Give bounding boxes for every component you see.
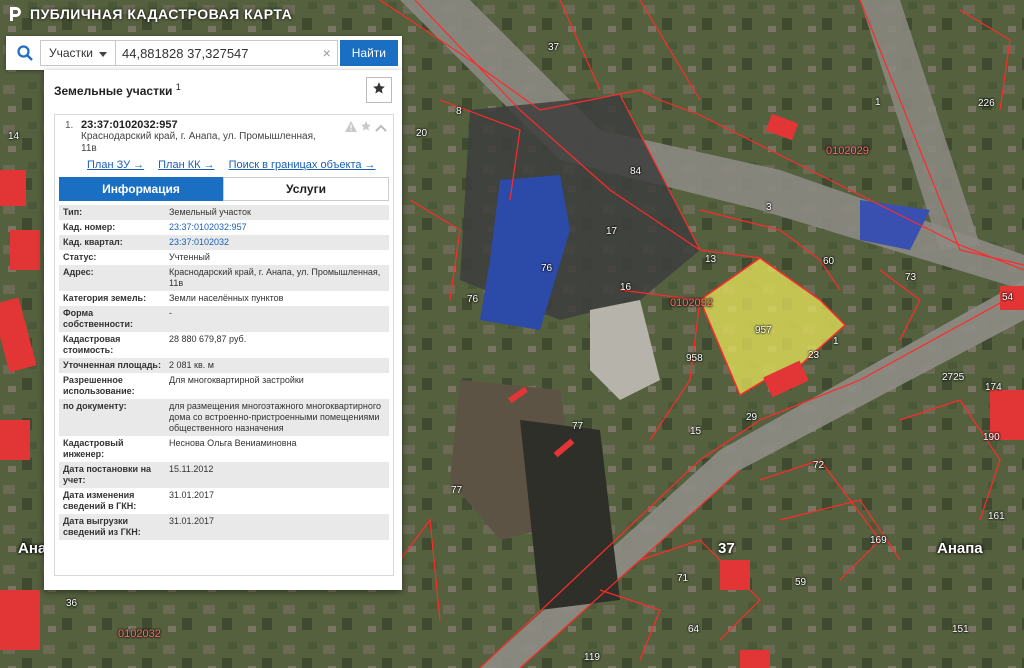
find-button[interactable]: Найти (339, 40, 398, 66)
property-row: Категория земель: Земли населённых пункто… (59, 291, 389, 306)
property-value: 31.01.2017 (165, 514, 389, 540)
panel-header: Земельные участки 1 (44, 70, 402, 110)
logo-icon[interactable] (6, 5, 24, 23)
search-in-bounds-link[interactable]: Поиск в границах объекта → (229, 159, 376, 171)
app-header: ПУБЛИЧНАЯ КАДАСТРОВАЯ КАРТА (0, 0, 292, 28)
property-row: по документу: для размещения многоэтажног… (59, 399, 389, 436)
results-panel: Земельные участки 1 1. 23:37:0102032:957 (44, 70, 402, 590)
search-type-select[interactable]: Участки (40, 40, 115, 66)
star-icon (372, 81, 386, 100)
cadastral-number[interactable]: 23:37:0102032:957 (81, 119, 178, 131)
property-value: Земельный участок (165, 205, 389, 220)
tab-services[interactable]: Услуги (223, 177, 389, 201)
result-links: План ЗУ → План КК → Поиск в границах объ… (87, 159, 389, 171)
property-key: Уточненная площадь: (59, 358, 165, 373)
property-value: Неснова Ольга Вениаминовна (169, 438, 297, 448)
result-number: 1. (65, 120, 74, 131)
property-key: Форма собственности: (59, 306, 165, 332)
property-row: Адрес: Краснодарский край, г. Анапа, ул. … (59, 265, 389, 291)
close-icon[interactable]: × (319, 45, 331, 61)
result-card: 1. 23:37:0102032:957 Краснодарский край,… (54, 114, 394, 576)
property-row: Форма собственности: - (59, 306, 389, 332)
property-key: Кад. квартал: (59, 235, 165, 250)
star-icon[interactable] (360, 119, 372, 137)
property-key: Кад. номер: (63, 222, 116, 232)
property-key: Статус: (63, 252, 97, 262)
plan-zu-link[interactable]: План ЗУ → (87, 159, 144, 171)
property-value: - (165, 306, 389, 332)
result-address: Краснодарский край, г. Анапа, ул. Промыш… (81, 131, 316, 154)
property-key: Дата изменения сведений в ГКН: (63, 490, 137, 511)
search-type-label: Участки (49, 46, 93, 60)
property-row: Дата изменения сведений в ГКН: 31.01.2017 (59, 488, 389, 514)
property-value: Краснодарский край, г. Анапа, ул. Промыш… (165, 265, 389, 291)
panel-title-text: Земельные участки (54, 84, 173, 98)
property-row: Кад. квартал: 23:37:0102032 (59, 235, 389, 250)
plan-kk-link[interactable]: План КК → (158, 159, 214, 171)
property-key: Разрешенное использование: (63, 375, 135, 396)
chevron-down-icon (99, 46, 107, 60)
property-key: Кадастровый инженер: (63, 438, 124, 459)
property-value: 28 880 679,87 руб. (169, 334, 247, 344)
property-value: Учтенный (169, 252, 210, 262)
result-tabs: Информация Услуги (59, 177, 389, 201)
property-row: Кад. номер: 23:37:0102032:957 (59, 220, 389, 235)
property-key: Адрес: (59, 265, 165, 291)
property-key: Дата постановки на учет: (59, 462, 165, 488)
property-value: для размещения многоэтажного многокварти… (165, 399, 389, 436)
result-header: 1. 23:37:0102032:957 (59, 119, 389, 132)
collapse-icon[interactable] (375, 119, 387, 137)
search-bar: Участки 44,881828 37,327547 × Найти (6, 36, 402, 70)
results-count: 1 (175, 82, 181, 92)
property-row: Кадастровый инженер: Неснова Ольга Вениам… (59, 436, 389, 462)
property-row: Тип: Земельный участок (59, 205, 389, 220)
property-row: Дата постановки на учет: 15.11.2012 (59, 462, 389, 488)
property-row: Дата выгрузки сведений из ГКН: 31.01.2017 (59, 514, 389, 540)
property-key: Кадастровая стоимость: (63, 334, 121, 355)
panel-title: Земельные участки 1 (54, 82, 181, 98)
warning-icon[interactable] (345, 119, 357, 137)
favorites-button[interactable] (366, 77, 392, 103)
property-key: Категория земель: (63, 293, 147, 303)
result-actions (345, 119, 387, 137)
app-title: ПУБЛИЧНАЯ КАДАСТРОВАЯ КАРТА (30, 6, 293, 22)
property-row: Статус: Учтенный (59, 250, 389, 265)
property-value: 2 081 кв. м (165, 358, 389, 373)
property-value[interactable]: 23:37:0102032 (165, 235, 389, 250)
property-key: по документу: (59, 399, 165, 436)
property-value: 31.01.2017 (169, 490, 215, 500)
property-value: 15.11.2012 (165, 462, 389, 488)
property-row: Кадастровая стоимость: 28 880 679,87 руб. (59, 332, 389, 358)
property-value[interactable]: 23:37:0102032:957 (165, 220, 389, 235)
property-row: Уточненная площадь: 2 081 кв. м (59, 358, 389, 373)
tab-information[interactable]: Информация (59, 177, 223, 201)
properties-table: Тип: Земельный участок Кад. номер: 23:37:01… (59, 205, 389, 540)
search-input[interactable]: 44,881828 37,327547 (122, 46, 319, 61)
property-row: Разрешенное использование: Для многокварт… (59, 373, 389, 399)
property-value: Для многоквартирной застройки (169, 375, 304, 385)
property-key: Тип: (59, 205, 165, 220)
search-icon[interactable] (10, 40, 40, 66)
property-value: Земли населённых пунктов (169, 293, 284, 303)
property-key: Дата выгрузки сведений из ГКН: (59, 514, 165, 540)
search-input-wrapper: 44,881828 37,327547 × (115, 40, 338, 66)
